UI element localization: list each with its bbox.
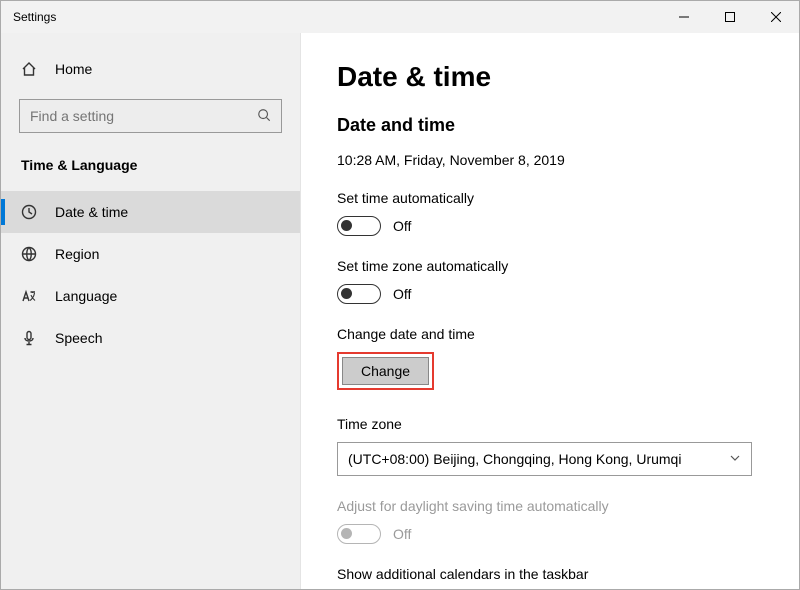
nav-item-label: Region (55, 246, 99, 262)
nav-speech[interactable]: Speech (1, 317, 300, 359)
window-title: Settings (13, 10, 56, 24)
timezone-select[interactable]: (UTC+08:00) Beijing, Chongqing, Hong Kon… (337, 442, 752, 476)
nav-item-label: Date & time (55, 204, 128, 220)
titlebar: Settings (1, 1, 799, 33)
timezone-value: (UTC+08:00) Beijing, Chongqing, Hong Kon… (348, 451, 681, 467)
set-time-auto-row: Off (337, 216, 759, 236)
set-time-auto-toggle[interactable] (337, 216, 381, 236)
set-time-auto-state: Off (393, 218, 411, 234)
search-icon (257, 108, 271, 125)
main-panel: Date & time Date and time 10:28 AM, Frid… (301, 33, 799, 589)
home-label: Home (55, 61, 92, 77)
page-title: Date & time (337, 61, 759, 93)
nav-date-time[interactable]: Date & time (1, 191, 300, 233)
language-icon (21, 288, 37, 304)
dst-state: Off (393, 526, 411, 542)
category-title: Time & Language (1, 151, 300, 191)
window-controls (661, 1, 799, 33)
dst-toggle (337, 524, 381, 544)
nav-item-label: Language (55, 288, 117, 304)
dst-label: Adjust for daylight saving time automati… (337, 498, 759, 514)
set-tz-auto-row: Off (337, 284, 759, 304)
section-title: Date and time (337, 115, 759, 136)
home-nav[interactable]: Home (1, 51, 300, 87)
change-button-highlight: Change (337, 352, 434, 390)
set-tz-auto-toggle[interactable] (337, 284, 381, 304)
nav-region[interactable]: Region (1, 233, 300, 275)
current-datetime: 10:28 AM, Friday, November 8, 2019 (337, 152, 759, 168)
change-button[interactable]: Change (342, 357, 429, 385)
nav-language[interactable]: Language (1, 275, 300, 317)
content: Home Time & Language Date & time Region (1, 33, 799, 589)
dst-row: Off (337, 524, 759, 544)
set-tz-auto-state: Off (393, 286, 411, 302)
sidebar: Home Time & Language Date & time Region (1, 33, 301, 589)
globe-icon (21, 246, 37, 262)
change-dt-label: Change date and time (337, 326, 759, 342)
timezone-label: Time zone (337, 416, 759, 432)
additional-cal-label: Show additional calendars in the taskbar (337, 566, 759, 582)
maximize-button[interactable] (707, 1, 753, 33)
chevron-down-icon (729, 452, 741, 467)
microphone-icon (21, 330, 37, 346)
search-input[interactable] (30, 108, 257, 124)
set-tz-auto-label: Set time zone automatically (337, 258, 759, 274)
clock-icon (21, 204, 37, 220)
minimize-button[interactable] (661, 1, 707, 33)
nav-item-label: Speech (55, 330, 102, 346)
home-icon (21, 61, 37, 77)
close-button[interactable] (753, 1, 799, 33)
search-box[interactable] (19, 99, 282, 133)
set-time-auto-label: Set time automatically (337, 190, 759, 206)
